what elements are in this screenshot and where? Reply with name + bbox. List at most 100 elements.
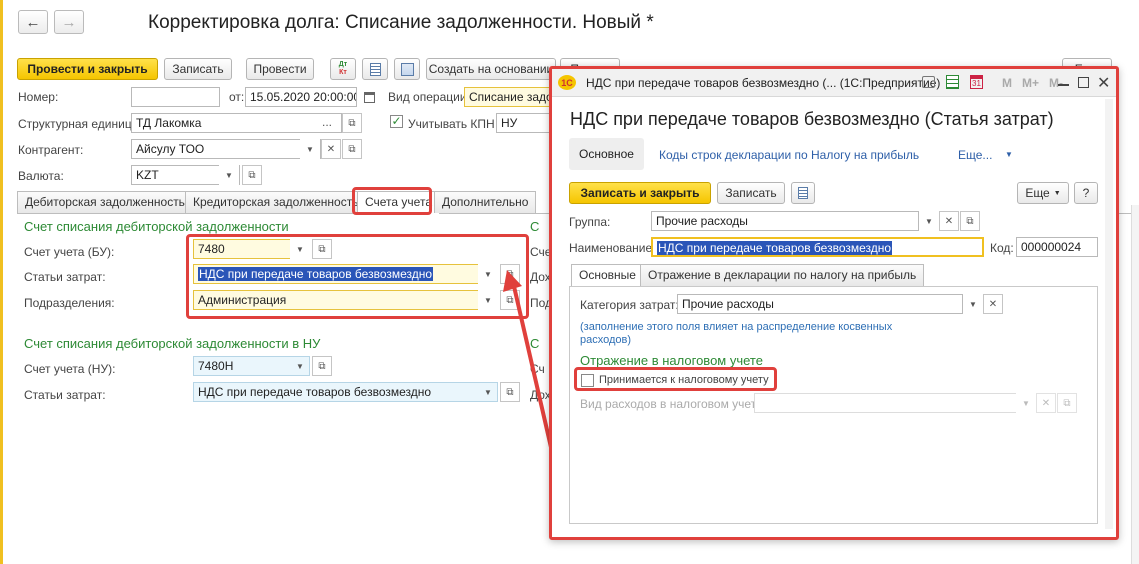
expense-type-field[interactable] [754,393,1024,413]
calendar-button[interactable] [359,87,379,107]
create-based-button[interactable]: Создать на основании [426,58,556,80]
popup-list-button[interactable] [791,182,815,204]
section1-right-title: С [530,219,540,234]
close-icon[interactable]: ✕ [1097,73,1110,93]
cost-items2-field[interactable]: НДС при передаче товаров безвозмездно [193,382,498,402]
struct-unit-field[interactable]: ТД Лакомка [131,113,342,133]
hierarchy-icon [400,62,414,76]
memory-icon[interactable]: М [1002,76,1012,90]
category-field[interactable]: Прочие расходы [677,294,963,314]
open-icon: ⧉ [348,143,356,155]
category-dropdown[interactable]: ▼ [963,294,983,314]
section1-title: Счет списания дебиторской задолженности [24,219,289,234]
arrow-left-icon: ← [25,13,41,31]
tab-receivables[interactable]: Дебиторская задолженность [17,191,193,213]
memory-plus-icon[interactable]: М+ [1022,76,1039,90]
group-label: Группа: [569,215,611,229]
date-label: от: [229,90,245,104]
chevron-down-icon: ▼ [1022,398,1030,408]
open-icon: ⧉ [248,169,256,181]
print-icon[interactable] [922,76,935,88]
kt-icon-part: Кт [339,69,347,76]
popup-tab-main[interactable]: Основные [571,264,644,287]
tab-additional[interactable]: Дополнительно [434,191,537,213]
list-report-button[interactable] [362,58,388,80]
list-icon [369,62,381,76]
code-field[interactable]: 000000024 [1016,237,1098,257]
save-button[interactable]: Записать [164,58,232,80]
memory-minus-icon[interactable]: М- [1049,76,1063,90]
counterparty-field[interactable]: Айсулу ТОО [131,139,321,159]
popup-heading: НДС при передаче товаров безвозмездно (С… [570,109,1054,129]
back-button[interactable]: ← [18,10,48,34]
page-title: Корректировка долга: Списание задолженно… [148,12,654,33]
expense-type-dropdown[interactable]: ▼ [1016,393,1036,413]
right-scroll-edge [1131,205,1139,564]
popup-nav-main[interactable]: Основное [569,138,644,170]
currency-label: Валюта: [18,169,64,183]
counterparty-open-button[interactable]: ⧉ [342,139,362,159]
chevron-down-icon: ▼ [925,216,933,226]
name-label: Наименование: [569,241,656,255]
expense-type-clear-button[interactable]: ✕ [1036,393,1056,413]
dtkt-icon: Дт [338,61,348,68]
group-dropdown[interactable]: ▼ [919,211,939,231]
chevron-down-icon: ▼ [306,144,314,154]
chevron-down-icon: ▼ [484,387,492,397]
counterparty-clear-button[interactable]: ✕ [321,139,341,159]
date-field[interactable]: 15.05.2020 20:00:00 [245,87,357,107]
code-label: Код: [990,241,1014,255]
right-col-label-2: Дох [530,270,551,284]
post-button[interactable]: Провести [246,58,314,80]
structure-button[interactable] [394,58,420,80]
popup-more-button[interactable]: Еще ▼ [1017,182,1069,204]
popup-help-button[interactable]: ? [1074,182,1098,204]
group-clear-button[interactable]: ✕ [939,211,959,231]
counterparty-dropdown[interactable]: ▼ [300,139,320,159]
tab-payables[interactable]: Кредиторская задолженность [185,191,367,213]
name-value: НДС при передаче товаров безвозмездно [657,241,893,255]
divisions-label: Подразделения: [24,296,115,310]
kpn-checkbox[interactable]: ✓ [390,115,403,128]
cost-items2-dropdown[interactable]: ▼ [478,382,498,402]
open-icon: ⧉ [348,117,356,129]
left-edge-bar [0,0,3,564]
popup-scrollbar[interactable] [1105,99,1113,529]
currency-dropdown[interactable]: ▼ [219,165,239,185]
post-and-close-button[interactable]: Провести и закрыть [17,58,158,80]
acct-nu-open-button[interactable]: ⧉ [312,356,332,376]
expense-type-open-button[interactable]: ⧉ [1057,393,1077,413]
cost-items2-label: Статьи затрат: [24,388,106,402]
spreadsheet-icon[interactable] [946,75,959,89]
number-field[interactable] [131,87,220,107]
group-field[interactable]: Прочие расходы [651,211,919,231]
maximize-icon[interactable] [1078,77,1089,88]
kpn-field[interactable]: НУ [496,113,554,133]
cost-items-label: Статьи затрат: [24,270,106,284]
close-icon: ✕ [988,298,998,310]
section2-right-title: С [530,336,540,351]
dtkt-report-button[interactable]: Дт Кт [330,58,356,80]
popup-nav-codes[interactable]: Коды строк декларации по Налогу на прибы… [659,148,919,162]
open-icon: ⧉ [506,386,514,398]
group-open-button[interactable]: ⧉ [960,211,980,231]
category-clear-button[interactable]: ✕ [983,294,1003,314]
minimize-icon[interactable] [1058,84,1069,86]
currency-open-button[interactable]: ⧉ [242,165,262,185]
struct-unit-open-button[interactable]: ⧉ [342,113,362,133]
cost-items2-open-button[interactable]: ⧉ [500,382,520,402]
popup-save-button[interactable]: Записать [717,182,785,204]
popup-nav-more[interactable]: Еще... [958,148,992,162]
forward-button[interactable]: → [54,10,84,34]
name-field[interactable]: НДС при передаче товаров безвозмездно [651,237,984,257]
category-hint: (заполнение этого поля влияет на распред… [580,321,893,346]
popup-save-close-button[interactable]: Записать и закрыть [569,182,711,204]
operation-field[interactable]: Списание задолж [464,87,554,107]
popup-tab-declaration[interactable]: Отражение в декларации по налогу на приб… [640,264,925,286]
calendar-icon[interactable]: 31 [970,75,983,89]
kpn-label: Учитывать КПН [408,117,495,131]
struct-unit-ellipsis[interactable]: ... [322,115,332,129]
popup-tab-panel: Категория затрат: Прочие расходы ▼ ✕ (за… [569,286,1098,524]
acct-nu-dropdown[interactable]: ▼ [290,356,310,376]
acct-nu-label: Счет учета (НУ): [24,362,116,376]
